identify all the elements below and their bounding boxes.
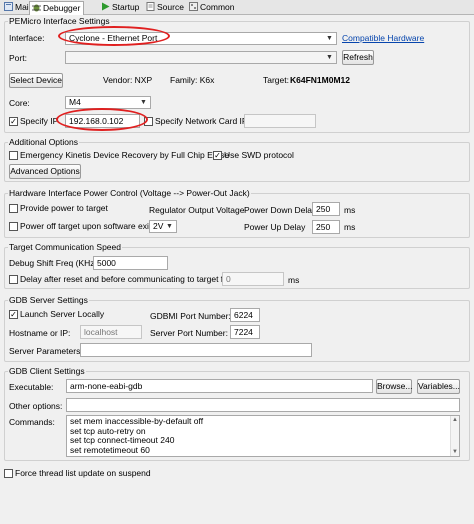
commands-textarea[interactable]: set mem inaccessible-by-default off set …	[66, 415, 460, 457]
interface-value: Cyclone - Ethernet Port	[69, 33, 158, 43]
shift-freq-input[interactable]: 5000	[93, 256, 168, 270]
refresh-button[interactable]: Refresh	[342, 50, 374, 65]
port-select[interactable]: ▼	[65, 51, 337, 64]
emergency-recovery-checkbox[interactable]	[9, 151, 18, 160]
variables-button[interactable]: Variables...	[417, 379, 460, 394]
delay-after-reset-label: Delay after reset and before communicati…	[20, 274, 231, 284]
gdb-server-title: GDB Server Settings	[8, 295, 89, 305]
launch-server-checkbox[interactable]: ✓	[9, 310, 18, 319]
ip-address-input[interactable]: 192.168.0.102	[65, 114, 140, 128]
browse-button[interactable]: Browse...	[376, 379, 412, 394]
hostname-input[interactable]: localhost	[80, 325, 142, 339]
target-label: Target:	[263, 75, 289, 85]
chevron-down-icon: ▼	[166, 223, 173, 230]
power-up-delay-input[interactable]: 250	[312, 220, 340, 234]
specify-ip-checkbox[interactable]: ✓	[9, 117, 18, 126]
server-params-label: Server Parameters:	[9, 346, 83, 356]
chevron-down-icon: ▼	[140, 99, 147, 106]
additional-options-title: Additional Options	[8, 137, 79, 147]
gdbmi-port-input[interactable]: 6224	[230, 308, 260, 322]
executable-label: Executable:	[9, 382, 54, 392]
server-port-label: Server Port Number:	[150, 328, 228, 338]
emergency-recovery-label: Emergency Kinetis Device Recovery by Ful…	[20, 150, 230, 160]
launch-server-label: Launch Server Locally	[20, 309, 105, 319]
select-device-button[interactable]: Select Device	[9, 73, 63, 88]
power-up-unit: ms	[344, 222, 356, 232]
provide-power-label: Provide power to target	[20, 203, 108, 213]
specify-nic-checkbox[interactable]	[144, 117, 153, 126]
executable-input[interactable]: arm-none-eabi-gdb	[66, 379, 373, 393]
gdbmi-port-label: GDBMI Port Number:	[150, 311, 231, 321]
tab-bar: Main Debugger Startup Source Common	[0, 0, 474, 15]
pemicro-settings-title: PEMicro Interface Settings	[8, 16, 111, 26]
swd-protocol-checkbox[interactable]: ✓	[213, 151, 222, 160]
command-line: set remotetimeout 60	[70, 444, 150, 455]
delay-after-reset-input[interactable]: 0	[222, 272, 284, 286]
debugger-tab-icon	[32, 3, 41, 12]
specify-nic-label: Specify Network Card IP	[155, 116, 248, 126]
source-tab-icon	[146, 2, 155, 11]
interface-select[interactable]: Cyclone - Ethernet Port ▼	[65, 32, 337, 45]
power-down-delay-label: Power Down Delay	[244, 205, 317, 215]
interface-label: Interface:	[9, 33, 45, 43]
other-options-input[interactable]	[66, 398, 460, 412]
power-off-exit-checkbox[interactable]	[9, 222, 18, 231]
core-select[interactable]: M4 ▼	[65, 96, 151, 109]
hostname-label: Hostname or IP:	[9, 328, 71, 338]
tab-common[interactable]: Common	[187, 1, 237, 15]
scroll-down-icon[interactable]: ▼	[451, 448, 459, 456]
port-label: Port:	[9, 53, 27, 63]
power-control-title: Hardware Interface Power Control (Voltag…	[8, 188, 251, 198]
comm-speed-title: Target Communication Speed	[8, 242, 122, 252]
force-thread-update-checkbox[interactable]	[4, 469, 13, 478]
swd-protocol-label: Use SWD protocol	[224, 150, 294, 160]
commands-label: Commands:	[9, 417, 55, 427]
core-label: Core:	[9, 98, 30, 108]
startup-tab-icon	[101, 2, 110, 11]
family-text: Family: K6x	[170, 75, 215, 85]
core-value: M4	[69, 97, 81, 107]
delay-after-reset-checkbox[interactable]	[9, 275, 18, 284]
shift-freq-label: Debug Shift Freq (KHz)	[9, 258, 98, 268]
provide-power-checkbox[interactable]	[9, 204, 18, 213]
tab-source[interactable]: Source	[144, 1, 187, 15]
commands-scrollbar[interactable]: ▲ ▼	[450, 416, 459, 456]
other-options-label: Other options:	[9, 401, 63, 411]
tab-debugger[interactable]: Debugger	[29, 1, 85, 15]
scroll-up-icon[interactable]: ▲	[451, 416, 459, 424]
vendor-text: Vendor: NXP	[103, 75, 153, 85]
power-off-exit-label: Power off target upon software exit	[20, 221, 152, 231]
chevron-down-icon: ▼	[326, 54, 333, 61]
compatible-hardware-link[interactable]: Compatible Hardware	[342, 33, 424, 44]
regulator-voltage-value: 2V	[153, 221, 164, 231]
main-tab-icon	[4, 2, 13, 11]
force-thread-update-label: Force thread list update on suspend	[15, 468, 151, 478]
regulator-voltage-label: Regulator Output Voltage	[149, 205, 245, 215]
advanced-options-button[interactable]: Advanced Options	[9, 164, 81, 179]
target-value: K64FN1M0M12	[290, 75, 350, 85]
delay-after-reset-unit: ms	[288, 275, 300, 285]
power-down-delay-input[interactable]: 250	[312, 202, 340, 216]
gdb-client-title: GDB Client Settings	[8, 366, 86, 376]
power-down-unit: ms	[344, 205, 356, 215]
common-tab-icon	[189, 2, 198, 11]
nic-ip-input[interactable]	[244, 114, 316, 128]
specify-ip-label: Specify IP	[20, 116, 59, 126]
regulator-voltage-select[interactable]: 2V ▼	[149, 220, 177, 233]
power-up-delay-label: Power Up Delay	[244, 222, 306, 232]
server-port-input[interactable]: 7224	[230, 325, 260, 339]
tab-startup[interactable]: Startup	[99, 1, 142, 15]
server-params-input[interactable]	[80, 343, 312, 357]
chevron-down-icon: ▼	[326, 35, 333, 42]
